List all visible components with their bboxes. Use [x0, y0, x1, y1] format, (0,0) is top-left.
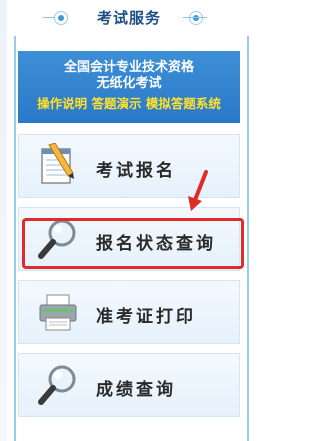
magnifier-icon [38, 219, 76, 259]
menu-item-label: 考试报名 [96, 161, 176, 181]
notepad-pencil-icon [41, 143, 74, 184]
menu-item-score-query[interactable]: 成绩查询 [18, 353, 240, 417]
page-side-strip [0, 0, 7, 441]
banner-line-1: 全国会计专业技术资格 [63, 60, 194, 75]
section-header: 考试服务 [0, 0, 258, 34]
printer-icon [39, 294, 77, 331]
paperless-exam-banner[interactable]: 全国会计专业技术资格 无纸化考试 操作说明 答题演示 模拟答题系统 [18, 51, 240, 123]
banner-links: 操作说明 答题演示 模拟答题系统 [37, 96, 221, 111]
menu-item-label: 成绩查询 [96, 380, 176, 400]
menu-item-registration-status-query[interactable]: 报名状态查询 [18, 207, 240, 271]
menu-item-label: 准考证打印 [96, 307, 196, 327]
menu-item-admission-ticket-print[interactable]: 准考证打印 [18, 280, 240, 344]
header-dot-right-icon [189, 11, 203, 25]
magnifier-icon [38, 365, 76, 405]
header-line-right [183, 17, 207, 18]
section-title: 考试服务 [96, 9, 161, 27]
menu-item-label: 报名状态查询 [96, 234, 216, 254]
banner-line-2: 无纸化考试 [96, 76, 162, 91]
annotation-arrow-icon [188, 170, 208, 211]
